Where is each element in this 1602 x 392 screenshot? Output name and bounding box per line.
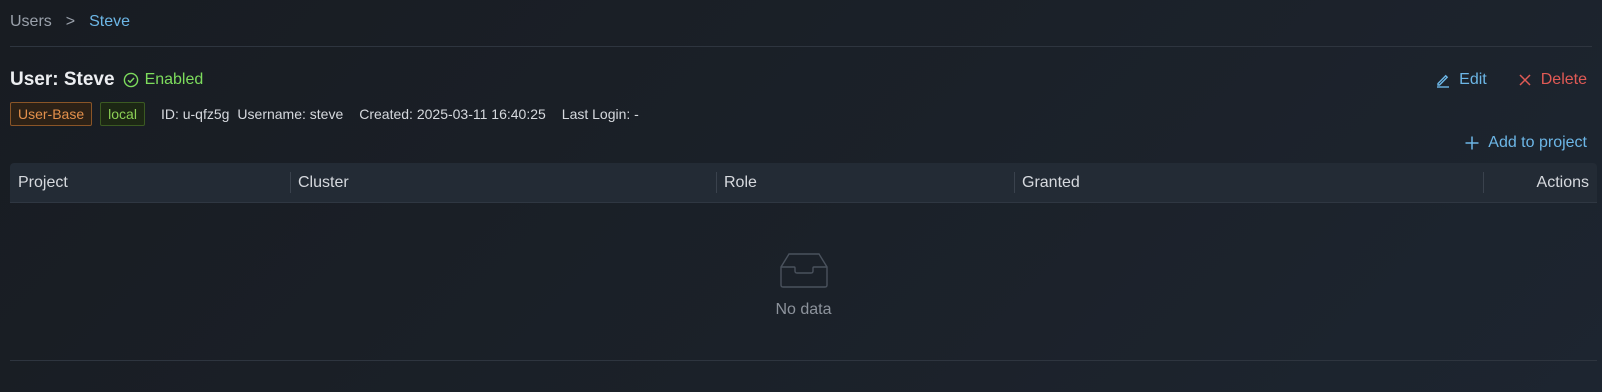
page-header: User: Steve Enabled Edit Delete [10, 69, 1592, 91]
delete-button[interactable]: Delete [1517, 71, 1587, 89]
column-header-project: Project [18, 173, 68, 191]
status-badge: Enabled [123, 71, 204, 89]
header-actions: Edit Delete [1435, 71, 1587, 89]
add-to-project-button[interactable]: Add to project [1464, 131, 1587, 155]
plus-icon [1465, 136, 1479, 150]
tag-local: local [100, 102, 145, 126]
projects-table: Project Cluster Role Granted Actions No … [10, 163, 1597, 361]
delete-label: Delete [1540, 71, 1587, 88]
empty-state: No data [10, 203, 1597, 361]
breadcrumb-users-link[interactable]: Users [10, 13, 52, 31]
table-header: Project Cluster Role Granted Actions [10, 163, 1597, 203]
breadcrumb: Users > Steve [10, 0, 1592, 47]
empty-text: No data [775, 300, 832, 318]
edit-label: Edit [1459, 71, 1487, 88]
breadcrumb-separator: > [65, 13, 76, 30]
username: Username: steve [237, 106, 344, 122]
last-login: Last Login: - [561, 106, 639, 122]
user-id: ID: u-qfz5g [160, 106, 230, 122]
status-label: Enabled [144, 71, 204, 88]
column-header-actions: Actions [1483, 163, 1597, 202]
column-header-role: Role [716, 163, 1014, 202]
page-title: User: Steve [10, 69, 115, 90]
column-header-cluster: Cluster [290, 163, 716, 202]
breadcrumb-current[interactable]: Steve [89, 13, 130, 31]
add-to-project-label: Add to project [1488, 134, 1587, 151]
user-detail-page: Users > Steve User: Steve Enabled Edit D… [0, 0, 1602, 392]
user-meta: User-Base local ID: u-qfz5g Username: st… [10, 102, 1592, 126]
check-circle-icon [123, 72, 138, 88]
column-header-granted: Granted [1014, 163, 1483, 202]
created-date: Created: 2025-03-11 16:40:25 [359, 106, 546, 122]
edit-icon [1437, 74, 1450, 88]
tag-user-base: User-Base [10, 102, 93, 126]
close-icon [1519, 74, 1531, 86]
edit-button[interactable]: Edit [1435, 71, 1487, 89]
add-row: Add to project [10, 131, 1587, 155]
title-group: User: Steve Enabled [10, 69, 203, 91]
inbox-icon [779, 252, 828, 288]
